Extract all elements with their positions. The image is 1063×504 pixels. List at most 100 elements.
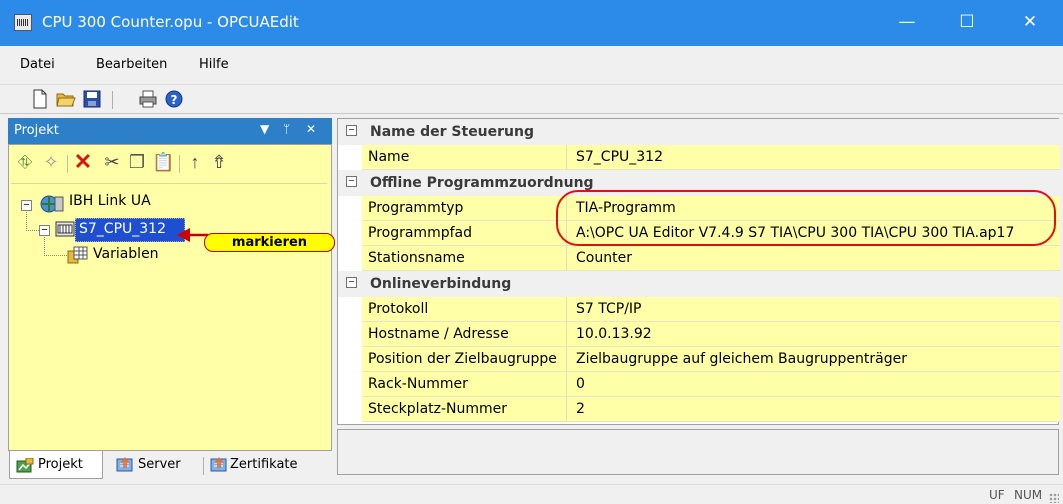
move-up-icon[interactable]: ↑ [185,151,205,173]
tree-station-label[interactable]: S7_CPU_312 [79,221,166,237]
collapse-icon[interactable]: − [346,176,357,187]
project-pane-title: Projekt [14,123,59,138]
property-row-rack[interactable]: Rack-Nummer 0 [362,372,1060,397]
cut-icon[interactable]: ✂ [102,151,122,173]
collapse-icon[interactable]: − [21,200,32,211]
column-divider [566,322,567,347]
server-tab-icon [116,457,133,472]
property-grid: − Name der Steuerung Name S7_CPU_312 − O… [337,118,1060,425]
property-name: Name [368,149,410,165]
window-title: CPU 300 Counter.opu - OPCUAEdit [42,13,299,31]
category-label: Offline Programmzuordnung [370,175,594,191]
property-value[interactable]: 10.0.13.92 [576,326,652,342]
tab-projekt-label: Projekt [38,457,83,472]
delete-icon[interactable]: ✕ [73,151,93,173]
column-divider [566,397,567,422]
pane-dropdown-icon[interactable]: ▼ [260,122,269,136]
tree-root-label[interactable]: IBH Link UA [69,193,151,209]
tab-projekt[interactable]: Projekt [9,451,103,479]
add-station-icon[interactable]: ⛗ [15,151,35,173]
network-globe-icon [40,195,64,213]
column-divider [566,347,567,372]
property-description-panel [337,429,1059,475]
tab-zertifikate[interactable]: Zertifikate [208,451,326,479]
certificate-tab-icon [210,457,227,472]
app-icon [14,14,32,31]
svg-text:?: ? [171,93,178,107]
column-divider [566,372,567,397]
category-onlineverbindung[interactable]: − Onlineverbindung [338,271,1060,297]
property-name: Programmpfad [368,225,472,241]
property-value[interactable]: S7 TCP/IP [576,301,641,317]
column-divider [566,246,567,271]
variables-table-icon [67,246,88,264]
project-tab-icon [16,458,34,473]
project-pane-header: Projekt ▼ ᛘ ✕ [8,118,332,144]
close-button[interactable]: ✕ [1006,0,1054,46]
property-row-hostname[interactable]: Hostname / Adresse 10.0.13.92 [362,322,1060,347]
property-value[interactable]: 2 [576,401,585,417]
property-name: Rack-Nummer [368,376,468,392]
tree-line [44,237,45,255]
property-value[interactable]: 0 [576,376,585,392]
cpu-module-icon [55,221,75,237]
status-bar: UF NUM [0,484,1063,504]
menu-datei[interactable]: Datei [20,57,55,72]
property-name: Stationsname [368,250,465,266]
tree-line [44,255,68,256]
property-row-steckplatz[interactable]: Steckplatz-Nummer 2 [362,397,1060,422]
add-folder-icon[interactable]: ✧ [41,151,61,173]
menu-bearbeiten[interactable]: Bearbeiten [96,57,167,72]
project-tree-panel: ⛗ ✧ ✕ ✂ ❐ 📋 ↑ ⇮ − IBH Link UA − S7_CPU_3… [8,144,335,451]
copy-icon[interactable]: ❐ [127,151,147,173]
category-label: Onlineverbindung [370,276,512,292]
help-icon[interactable]: ? [164,89,184,109]
property-name: Position der Zielbaugruppe [368,351,557,367]
property-value[interactable]: Counter [576,250,632,266]
tab-separator [203,457,204,475]
title-bar[interactable]: CPU 300 Counter.opu - OPCUAEdit — ☐ ✕ [0,0,1063,46]
move-top-icon[interactable]: ⇮ [209,151,229,173]
paste-icon[interactable]: 📋 [152,151,174,173]
tab-server[interactable]: Server [112,451,200,479]
status-num: NUM [1014,488,1043,502]
separator [67,155,68,173]
tree-line [26,212,27,229]
collapse-icon[interactable]: − [346,277,357,288]
toolbar-separator [112,91,113,109]
collapse-icon[interactable]: − [346,125,357,136]
category-name-der-steuerung[interactable]: − Name der Steuerung [338,119,1060,145]
minimize-button[interactable]: — [883,0,931,46]
tree-variables-label[interactable]: Variablen [93,246,159,262]
property-value[interactable]: Zielbaugruppe auf gleichem Baugruppenträ… [576,351,907,367]
pin-icon[interactable]: ᛘ [283,122,290,136]
property-name: Protokoll [368,301,429,317]
property-name: Hostname / Adresse [368,326,509,342]
status-uf: UF [989,488,1005,502]
new-file-icon[interactable] [30,89,50,109]
menu-hilfe[interactable]: Hilfe [199,57,229,72]
property-row-name[interactable]: Name S7_CPU_312 [362,145,1060,170]
callout-markieren: markieren [204,233,335,252]
separator [179,155,180,173]
project-tabs: Projekt Server Zertifikate [8,451,332,483]
property-name: Steckplatz-Nummer [368,401,508,417]
property-row-stationsname[interactable]: Stationsname Counter [362,246,1060,271]
menu-bar: Datei Bearbeiten Hilfe [0,46,1063,84]
print-icon[interactable] [138,89,158,109]
property-row-protokoll[interactable]: Protokoll S7 TCP/IP [362,297,1060,322]
pane-close-icon[interactable]: ✕ [306,122,316,136]
collapse-icon[interactable]: − [39,225,50,236]
maximize-button[interactable]: ☐ [943,0,991,46]
pane-toolbar-divider [11,183,327,184]
open-folder-icon[interactable] [56,89,76,109]
category-label: Name der Steuerung [370,124,535,140]
resize-grip-icon[interactable] [1049,493,1059,503]
tab-server-label: Server [138,457,181,472]
tab-zertifikate-label: Zertifikate [230,457,298,472]
column-divider [566,145,567,170]
property-row-position[interactable]: Position der Zielbaugruppe Zielbaugruppe… [362,347,1060,372]
save-icon[interactable] [82,89,102,109]
tree-line [26,230,40,231]
property-value[interactable]: S7_CPU_312 [576,149,663,165]
